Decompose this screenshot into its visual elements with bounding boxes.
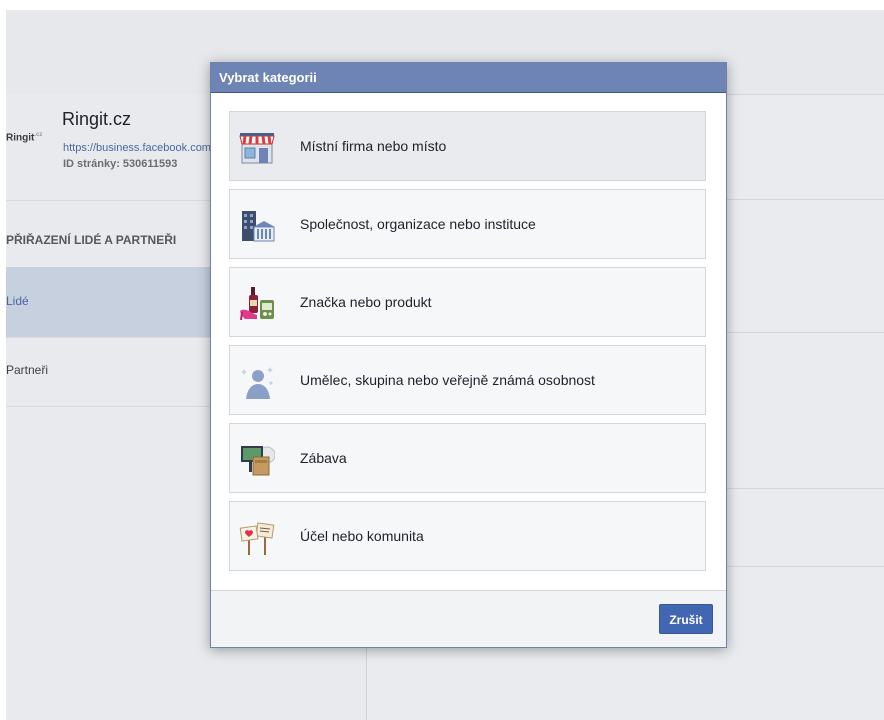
cancel-button[interactable]: Zrušit [659,604,713,634]
signs-icon [239,521,275,555]
sidebar-item-label: Partneři [6,363,49,377]
entertainment-icon [239,443,276,477]
divider [711,566,884,567]
category-label: Účel nebo komunita [300,528,424,544]
category-artist-public-figure[interactable]: Umělec, skupina nebo veřejně známá osobn… [229,345,706,415]
category-entertainment[interactable]: Zábava [229,423,706,493]
section-header-label: PŘIŘAZENÍ LIDÉ A PARTNEŘI [6,233,177,247]
building-icon [239,209,275,243]
category-label: Značka nebo produkt [300,294,432,310]
sidebar-item-label: Lidé [6,294,29,308]
category-label: Zábava [300,450,347,466]
category-label: Umělec, skupina nebo veřejně známá osobn… [300,372,595,388]
divider [711,199,884,200]
page-title: Ringit.cz [62,109,132,129]
logo-suffix: .cz [34,132,43,138]
divider [711,488,884,489]
category-company[interactable]: Společnost, organizace nebo instituce [229,189,706,259]
logo-text: Ringit [6,132,35,144]
person-icon [239,365,275,399]
category-dialog: Vybrat kategorii Místní firma nebo místo [210,62,727,648]
category-label: Místní firma nebo místo [300,138,447,154]
products-icon [239,287,275,321]
dialog-title: Vybrat kategorii [211,63,726,93]
category-label: Společnost, organizace nebo instituce [300,216,536,232]
page-id: ID stránky: 530611593 [63,158,178,170]
storefront-icon [239,131,275,165]
category-cause-community[interactable]: Účel nebo komunita [229,501,706,571]
dialog-footer: Zrušit [211,590,726,647]
page-url-link[interactable]: https://business.facebook.com [63,142,211,154]
page-logo: Ringit.cz [6,132,42,143]
category-local-business[interactable]: Místní firma nebo místo [229,111,706,181]
divider [711,332,884,333]
category-brand-product[interactable]: Značka nebo produkt [229,267,706,337]
